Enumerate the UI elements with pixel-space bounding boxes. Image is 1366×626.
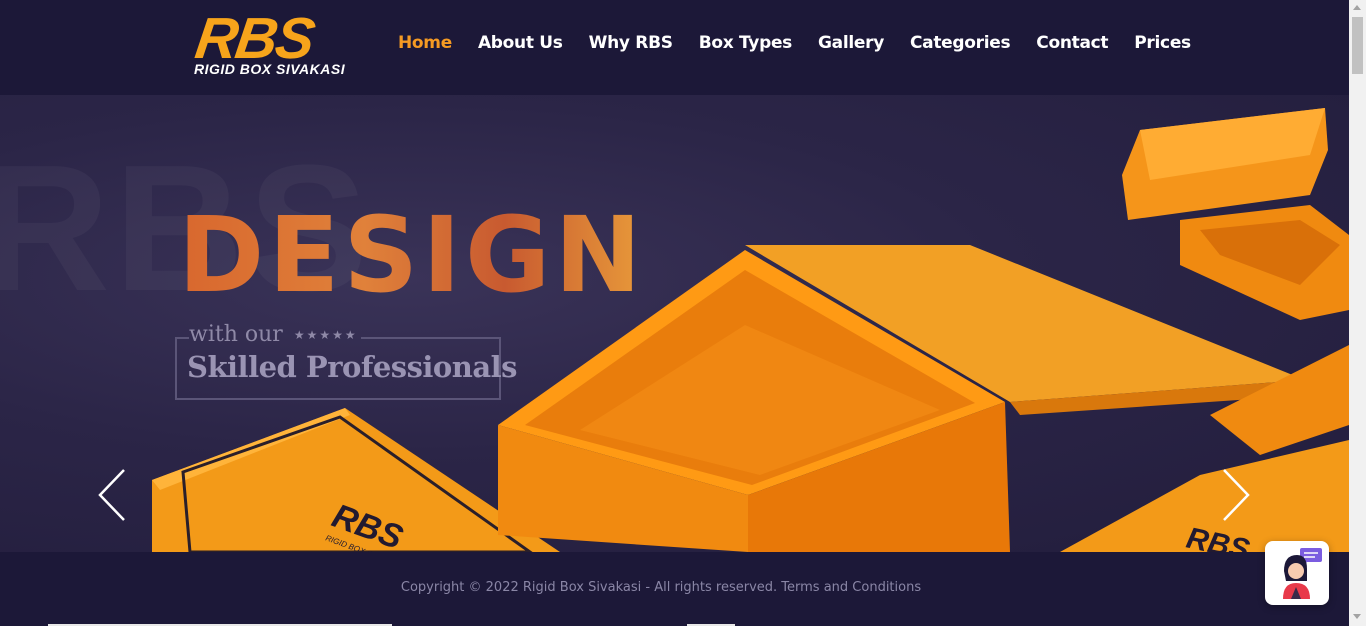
nav-item-home[interactable]: Home xyxy=(398,31,452,55)
scroll-up-arrow-icon[interactable] xyxy=(1353,5,1361,10)
logo-subtitle: RIGID BOX SIVAKASI xyxy=(194,61,346,77)
hero-slider: RBS RBS RIGID BOX SIVAKASI xyxy=(0,95,1349,552)
nav-item-contact[interactable]: Contact xyxy=(1036,31,1108,55)
slider-next-button[interactable] xyxy=(1221,467,1251,523)
scrollbar-thumb[interactable] xyxy=(1352,17,1363,74)
nav-item-about-us[interactable]: About Us xyxy=(478,31,563,55)
lid-top-right xyxy=(1122,108,1349,320)
logo[interactable]: RBS RIGID BOX SIVAKASI xyxy=(192,6,380,80)
hero-title: DESIGN xyxy=(178,194,646,316)
chat-agent-icon xyxy=(1283,548,1322,599)
site-footer: Copyright © 2022 Rigid Box Sivakasi - Al… xyxy=(0,552,1349,626)
chevron-right-icon xyxy=(1223,469,1250,521)
nav-item-categories[interactable]: Categories xyxy=(910,31,1011,55)
copyright-label: Copyright © 2022 Rigid Box Sivakasi - Al… xyxy=(400,580,778,595)
nav-item-why-rbs[interactable]: Why RBS xyxy=(589,31,673,55)
site-header: RBS RIGID BOX SIVAKASI Home About Us Why… xyxy=(0,0,1349,95)
nav-item-box-types[interactable]: Box Types xyxy=(699,31,793,55)
chat-widget-button[interactable] xyxy=(1265,541,1329,605)
vertical-scrollbar[interactable] xyxy=(1349,0,1366,626)
page: RBS RIGID BOX SIVAKASI Home About Us Why… xyxy=(0,0,1366,626)
slider-prev-button[interactable] xyxy=(97,467,127,523)
terms-link[interactable]: Terms and Conditions xyxy=(781,580,921,595)
main-nav: Home About Us Why RBS Box Types Gallery … xyxy=(398,31,1217,55)
nav-item-gallery[interactable]: Gallery xyxy=(818,31,884,55)
scroll-down-arrow-icon[interactable] xyxy=(1353,614,1361,619)
nav-item-prices[interactable]: Prices xyxy=(1134,31,1191,55)
hero-subtitle: Skilled Professionals xyxy=(187,350,518,384)
chevron-left-icon xyxy=(98,469,125,521)
copyright-text: Copyright © 2022 Rigid Box Sivakasi - Al… xyxy=(0,580,1322,595)
